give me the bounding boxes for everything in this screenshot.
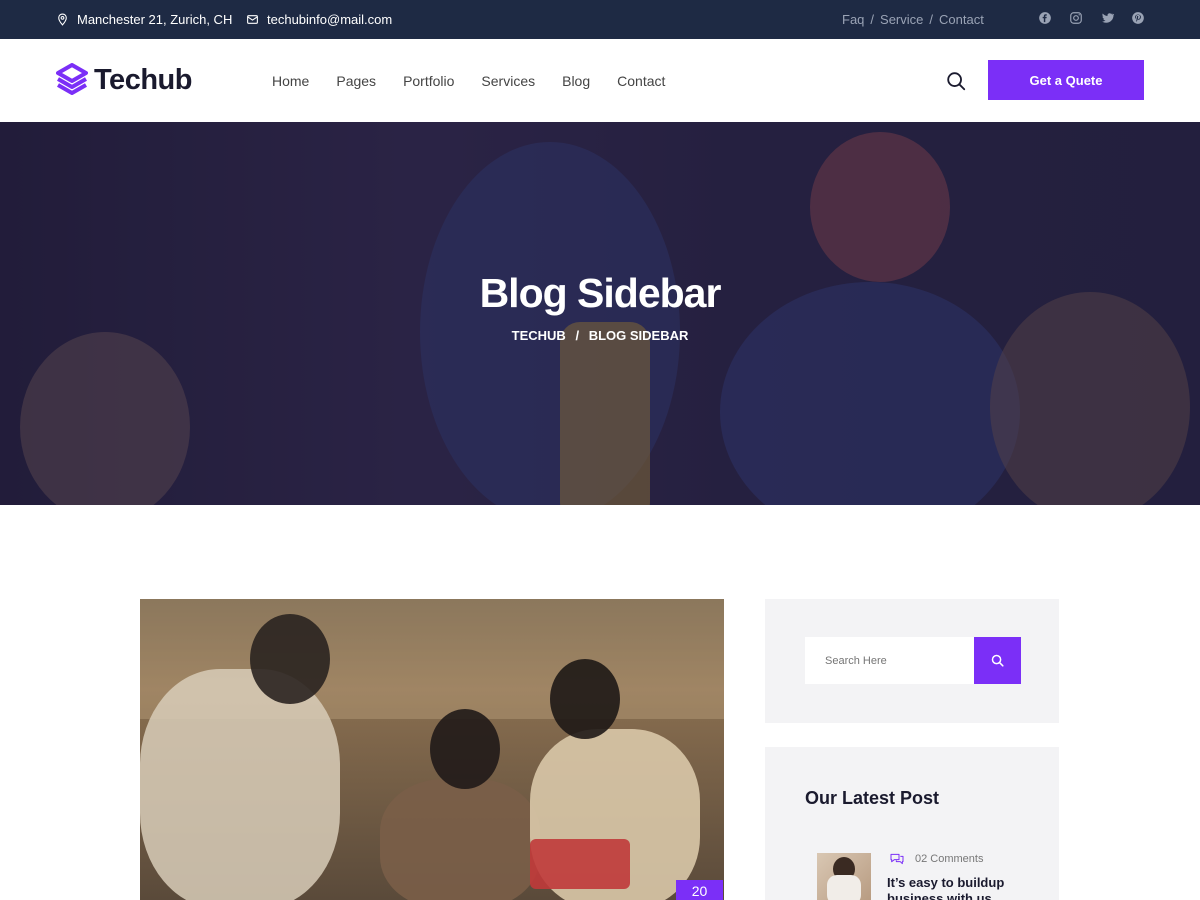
email-text[interactable]: techubinfo@mail.com	[267, 12, 392, 27]
image-shape	[430, 709, 500, 789]
get-quote-button[interactable]: Get a Quete	[988, 60, 1144, 100]
divider: /	[929, 12, 934, 27]
mail-icon	[247, 15, 258, 24]
latest-post-meta: 02 Comments	[887, 851, 983, 867]
nav-item-home[interactable]: Home	[272, 73, 309, 89]
image-shape	[530, 839, 630, 889]
top-link-faq[interactable]: Faq	[842, 12, 864, 27]
location-pin-icon	[58, 13, 67, 26]
facebook-icon[interactable]	[1038, 11, 1052, 25]
page-title: Blog Sidebar	[479, 270, 722, 316]
image-shape	[250, 614, 330, 704]
twitter-icon[interactable]	[1100, 11, 1115, 25]
nav-item-blog[interactable]: Blog	[562, 73, 590, 89]
logo[interactable]: Techub	[56, 63, 192, 97]
nav-item-services[interactable]: Services	[481, 73, 535, 89]
image-shape	[550, 659, 620, 739]
top-link-service[interactable]: Service	[880, 12, 923, 27]
social-links	[1038, 11, 1145, 25]
breadcrumb-current: BLOG SIDEBAR	[588, 328, 689, 343]
breadcrumb-separator: /	[575, 328, 580, 343]
address-text: Manchester 21, Zurich, CH	[77, 12, 233, 27]
post-featured-image[interactable]	[140, 599, 724, 900]
divider: /	[870, 12, 875, 27]
main-nav: Home Pages Portfolio Services Blog Conta…	[272, 73, 665, 89]
breadcrumb-home[interactable]: TECHUB	[512, 328, 566, 343]
search-icon	[991, 654, 1004, 667]
image-shape	[140, 669, 340, 900]
breadcrumb: TECHUB / BLOG SIDEBAR	[0, 328, 1200, 343]
widget-title: Our Latest Post	[805, 788, 940, 808]
nav-item-contact[interactable]: Contact	[617, 73, 665, 89]
nav-item-pages[interactable]: Pages	[336, 73, 376, 89]
logo-text: Techub	[94, 63, 192, 96]
email-info[interactable]: techubinfo@mail.com	[246, 12, 392, 27]
instagram-icon[interactable]	[1069, 11, 1083, 25]
top-link-contact[interactable]: Contact	[939, 12, 984, 27]
top-bar: Manchester 21, Zurich, CH techubinfo@mai…	[0, 0, 1200, 39]
page-hero: Blog Sidebar TECHUB / BLOG SIDEBAR	[0, 122, 1200, 505]
nav-item-portfolio[interactable]: Portfolio	[403, 73, 454, 89]
search-widget	[765, 599, 1059, 723]
post-date-badge: 20	[676, 880, 723, 900]
pinterest-icon[interactable]	[1131, 11, 1145, 25]
comments-icon	[890, 853, 904, 865]
search-icon[interactable]	[945, 70, 967, 92]
top-links: Faq / Service / Contact	[842, 12, 984, 27]
comment-count: 02 Comments	[915, 853, 984, 865]
latest-posts-widget: Our Latest Post 02 Comments It’s easy to…	[765, 747, 1059, 900]
latest-post-thumbnail[interactable]	[817, 853, 871, 900]
search-input[interactable]	[805, 637, 974, 684]
logo-s-icon	[56, 63, 88, 95]
address-info: Manchester 21, Zurich, CH	[56, 12, 232, 27]
latest-post-title[interactable]: It’s easy to buildup business with us	[887, 875, 1037, 900]
main-header: Techub Home Pages Portfolio Services Blo…	[0, 39, 1200, 122]
image-shape	[380, 779, 540, 900]
search-submit-button[interactable]	[974, 637, 1021, 684]
